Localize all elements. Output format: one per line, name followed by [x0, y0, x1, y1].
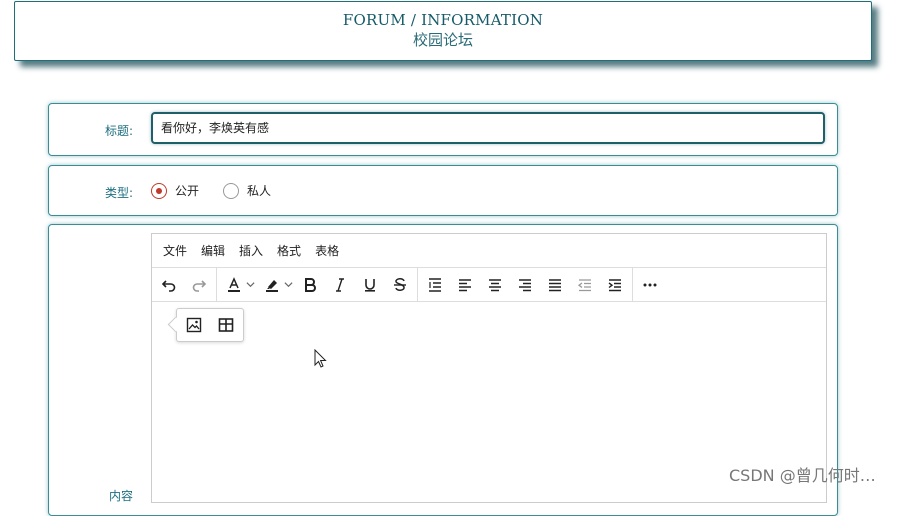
menu-file[interactable]: 文件 [156, 242, 194, 259]
header-banner: FORUM / INFORMATION 校园论坛 [14, 1, 872, 61]
bold-icon[interactable] [295, 270, 325, 300]
toolbar-divider [216, 268, 217, 301]
editor-toolbar [152, 268, 826, 302]
content-label: 内容 [108, 489, 133, 503]
radio-public-indicator[interactable] [151, 182, 167, 199]
toolbar-divider [417, 268, 418, 301]
content-row: 内容 文件 编辑 插入 格式 表格 [48, 224, 838, 516]
menu-insert[interactable]: 插入 [232, 242, 270, 259]
align-right-icon[interactable] [510, 270, 540, 300]
menu-edit[interactable]: 编辑 [194, 242, 232, 259]
redo-icon[interactable] [184, 270, 214, 300]
radio-public-label: 公开 [175, 184, 200, 198]
undo-icon[interactable] [154, 270, 184, 300]
title-row: 标题: 看你好，李焕英有感 [48, 103, 838, 156]
watermark: CSDN @曾几何时… [729, 466, 876, 485]
image-icon[interactable] [181, 312, 207, 338]
highlight-icon[interactable] [257, 270, 287, 300]
rich-text-editor[interactable]: 文件 编辑 插入 格式 表格 [151, 233, 827, 503]
outdent-icon[interactable] [570, 270, 600, 300]
text-color-icon[interactable] [219, 270, 249, 300]
table-icon[interactable] [213, 312, 239, 338]
italic-icon[interactable] [325, 270, 355, 300]
menu-table[interactable]: 表格 [308, 242, 346, 259]
type-label: 类型: [104, 186, 133, 200]
align-center-icon[interactable] [480, 270, 510, 300]
type-row: 类型: 公开 私人 [48, 165, 838, 216]
radio-private-label: 私人 [247, 184, 272, 198]
title-label: 标题: [104, 124, 133, 138]
editor-menubar: 文件 编辑 插入 格式 表格 [152, 234, 826, 268]
radio-private[interactable]: 私人 [223, 182, 271, 199]
header-title-cn: 校园论坛 [412, 31, 473, 49]
align-left-icon[interactable] [450, 270, 480, 300]
title-input[interactable]: 看你好，李焕英有感 [151, 112, 825, 144]
quick-insert-popup [176, 308, 244, 342]
align-justify-icon[interactable] [540, 270, 570, 300]
radio-private-indicator[interactable] [223, 182, 239, 199]
more-icon[interactable] [635, 270, 665, 300]
header-title-en: FORUM / INFORMATION [342, 11, 544, 29]
indent-icon[interactable] [600, 270, 630, 300]
strikethrough-icon[interactable] [385, 270, 415, 300]
mouse-cursor-icon [314, 348, 328, 373]
line-height-icon[interactable] [420, 270, 450, 300]
toolbar-divider [632, 268, 633, 301]
radio-public[interactable]: 公开 [151, 182, 199, 199]
menu-format[interactable]: 格式 [270, 242, 308, 259]
underline-icon[interactable] [355, 270, 385, 300]
